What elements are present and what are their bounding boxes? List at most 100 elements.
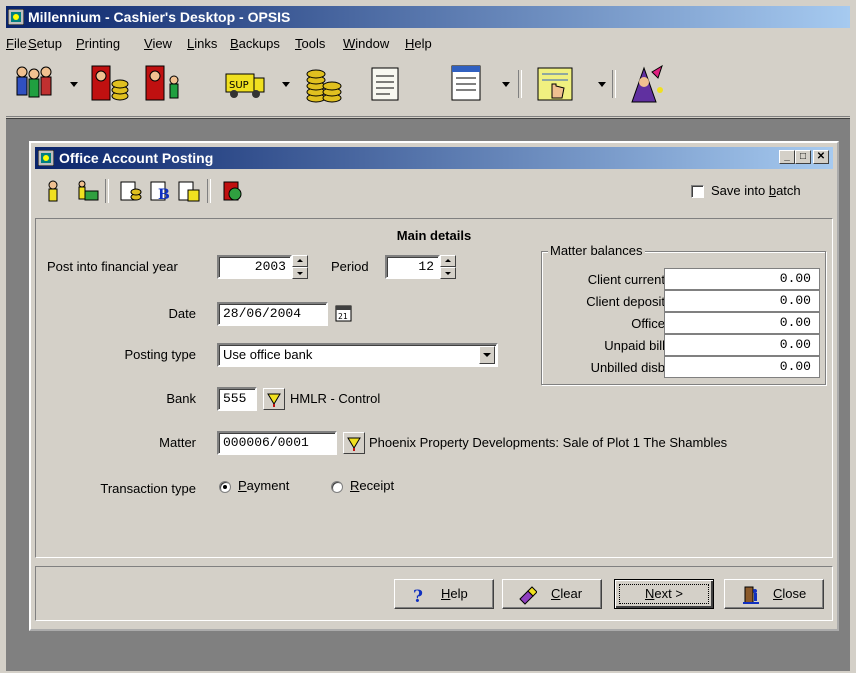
svg-text:SUP: SUP <box>229 80 249 91</box>
button-bar: ? Help Clear Next > Close <box>35 566 833 621</box>
posting-type-select[interactable]: Use office bank <box>217 343 498 367</box>
save-into-batch-checkbox[interactable] <box>691 185 704 198</box>
balance-label: Unpaid bill <box>604 338 665 353</box>
matter-code-field[interactable]: 000006/0001 <box>217 431 337 455</box>
ledger-icon[interactable] <box>119 179 143 203</box>
chevron-down-icon[interactable] <box>479 346 495 364</box>
receipt-label[interactable]: Receipt <box>350 478 394 493</box>
lookup-pointer-icon <box>267 393 281 407</box>
help-button[interactable]: ? Help <box>394 579 494 609</box>
calendar-icon[interactable]: 21 <box>334 303 354 323</box>
financial-year-label: Post into financial year <box>47 259 178 274</box>
app-title: Millennium - Cashier's Desktop - OPSIS <box>28 9 291 25</box>
spin-up-button[interactable] <box>440 255 456 267</box>
office-account-posting-window: Office Account Posting _ □ ✕ B Save into… <box>29 141 839 631</box>
app-icon <box>8 9 24 25</box>
period-label: Period <box>331 259 369 274</box>
eraser-icon <box>519 586 537 605</box>
menu-links[interactable]: Links <box>187 36 217 51</box>
app-title-bar: Millennium - Cashier's Desktop - OPSIS <box>6 6 850 28</box>
lookup-pointer-icon <box>347 437 361 451</box>
spin-down-button[interactable] <box>292 267 308 279</box>
period-spinner[interactable] <box>440 255 456 279</box>
transaction-type-label: Transaction type <box>100 481 196 496</box>
menu-view[interactable]: View <box>144 36 172 51</box>
toolbar-separator <box>207 179 211 203</box>
coins-icon[interactable] <box>302 62 346 106</box>
menu-setup[interactable]: Setup <box>28 36 62 51</box>
scroll-document-icon[interactable] <box>364 62 408 106</box>
toolbar-separator <box>105 179 109 203</box>
menu-file[interactable]: File <box>6 36 27 51</box>
menu-bar: File Setup Printing View Links Backups T… <box>6 32 850 54</box>
dropdown-arrow-icon[interactable] <box>502 82 510 87</box>
svg-text:21: 21 <box>338 312 348 321</box>
client-deposit-value: 0.00 <box>664 290 820 312</box>
bank-lookup-button[interactable] <box>263 388 285 410</box>
clear-button[interactable]: Clear <box>502 579 602 609</box>
menu-backups[interactable]: Backups <box>230 36 280 51</box>
bold-ledger-icon[interactable]: B <box>149 179 173 203</box>
matter-description: Phoenix Property Developments: Sale of P… <box>369 435 728 450</box>
dropdown-arrow-icon[interactable] <box>282 82 290 87</box>
main-details-panel: Main details Post into financial year 20… <box>35 218 833 558</box>
clients-icon[interactable] <box>12 62 56 106</box>
balance-label: Office <box>631 316 665 331</box>
date-label: Date <box>168 306 196 321</box>
ledger-calendar-icon[interactable] <box>177 179 201 203</box>
supplier-truck-icon[interactable]: SUP <box>224 62 268 106</box>
menu-tools[interactable]: Tools <box>295 36 325 51</box>
window-icon <box>38 150 54 166</box>
spin-up-button[interactable] <box>292 255 308 267</box>
svg-text:?: ? <box>413 587 423 605</box>
balance-label: Client current <box>587 272 665 287</box>
dropdown-arrow-icon[interactable] <box>598 82 606 87</box>
menu-window[interactable]: Window <box>343 36 389 51</box>
payment-label[interactable]: Payment <box>238 478 289 493</box>
form-document-icon[interactable] <box>446 62 490 106</box>
window-title-bar: Office Account Posting _ □ ✕ <box>35 147 833 169</box>
next-button[interactable]: Next > <box>614 579 714 609</box>
matter-balances-group: Matter balances Client current 0.00 Clie… <box>541 243 826 385</box>
svg-text:B: B <box>158 187 170 203</box>
spin-down-button[interactable] <box>440 267 456 279</box>
wizard-icon[interactable] <box>624 62 668 106</box>
bank-code-field[interactable]: 555 <box>217 387 257 411</box>
date-field[interactable]: 28/06/2004 <box>217 302 328 326</box>
financial-year-spinner[interactable] <box>292 255 308 279</box>
close-window-button[interactable]: ✕ <box>813 150 829 164</box>
matter-balances-title: Matter balances <box>548 243 645 258</box>
close-button[interactable]: Close <box>724 579 824 609</box>
matter-label: Matter <box>159 435 196 450</box>
money-icon[interactable] <box>75 179 99 203</box>
toolbar-separator <box>518 70 522 98</box>
payment-radio[interactable] <box>219 481 231 493</box>
hand-pointer-icon[interactable] <box>534 62 578 106</box>
menu-printing[interactable]: Printing <box>76 36 120 51</box>
office-value: 0.00 <box>664 312 820 334</box>
matter-lookup-button[interactable] <box>343 432 365 454</box>
balance-label: Unbilled disb <box>590 360 665 375</box>
window-toolbar: B Save into batch <box>35 171 833 211</box>
financial-year-field[interactable]: 2003 <box>217 255 292 279</box>
question-icon: ? <box>413 587 423 605</box>
posting-type-value: Use office bank <box>223 347 313 362</box>
cashier-person-icon[interactable] <box>142 62 186 106</box>
dropdown-arrow-icon[interactable] <box>70 82 78 87</box>
save-into-batch-label[interactable]: Save into batch <box>711 183 801 198</box>
person-icon[interactable] <box>41 179 65 203</box>
posting-arrow-icon[interactable] <box>221 179 245 203</box>
client-current-value: 0.00 <box>664 268 820 290</box>
maximize-button[interactable]: □ <box>795 150 811 164</box>
cashier-money-icon[interactable] <box>88 62 132 106</box>
menu-help[interactable]: Help <box>405 36 432 51</box>
receipt-radio[interactable] <box>331 481 343 493</box>
bank-label: Bank <box>166 391 196 406</box>
balance-label: Client deposit <box>586 294 665 309</box>
main-application-window: Millennium - Cashier's Desktop - OPSIS F… <box>0 0 856 673</box>
minimize-button[interactable]: _ <box>779 150 795 164</box>
period-field[interactable]: 12 <box>385 255 440 279</box>
toolbar-separator <box>612 70 616 98</box>
door-exit-icon <box>743 586 759 604</box>
window-title: Office Account Posting <box>59 150 214 166</box>
